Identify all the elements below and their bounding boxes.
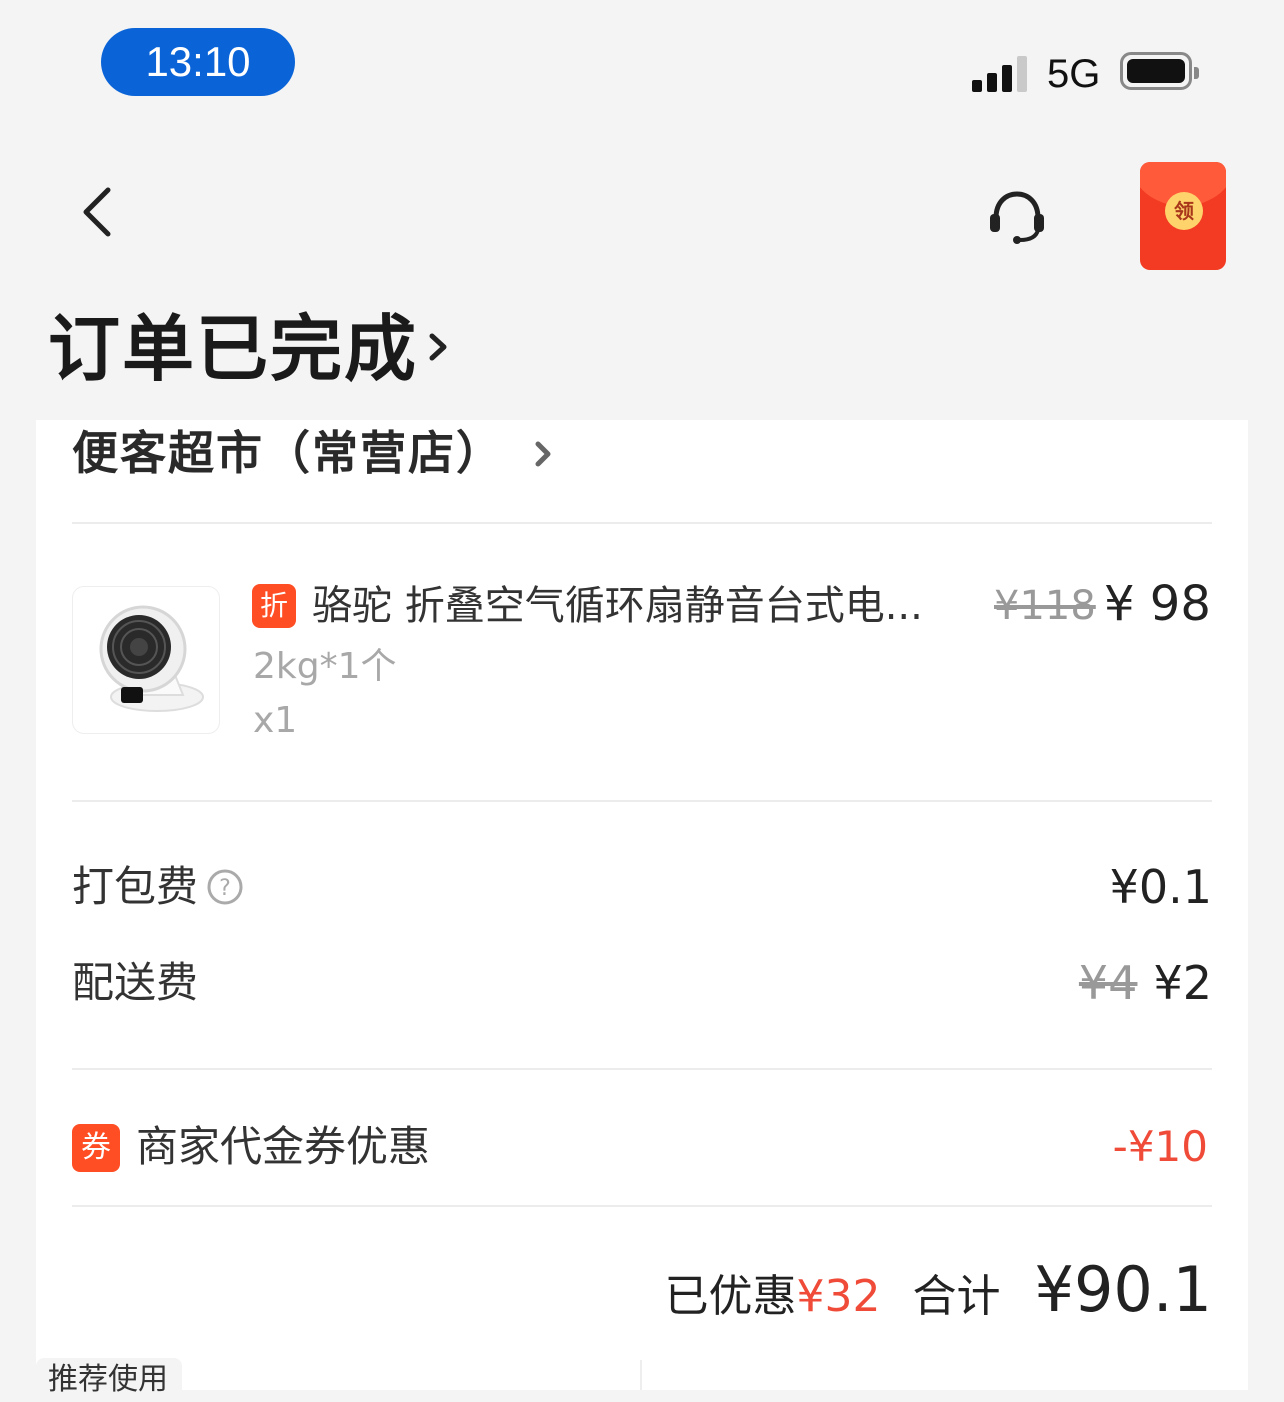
packing-fee-label: 打包费 bbox=[72, 862, 199, 911]
status-time: 13:10 bbox=[101, 28, 295, 96]
discount-badge: 折 bbox=[252, 584, 296, 628]
chevron-right-icon[interactable] bbox=[420, 322, 456, 372]
cellular-signal-icon bbox=[972, 54, 1032, 92]
divider bbox=[640, 1360, 642, 1390]
total-label: 合计 bbox=[912, 1271, 1001, 1322]
product-image[interactable] bbox=[72, 586, 220, 734]
help-icon[interactable]: ? bbox=[206, 868, 244, 906]
divider bbox=[72, 1068, 1212, 1070]
product-name[interactable]: 骆驼 折叠空气循环扇静音台式电... bbox=[312, 580, 972, 632]
red-packet-reward-icon[interactable]: 领 bbox=[1140, 162, 1226, 270]
packing-fee-value: ¥0.1 bbox=[1109, 860, 1212, 914]
divider bbox=[72, 800, 1212, 802]
delivery-fee-label: 配送费 bbox=[72, 958, 199, 1007]
back-icon[interactable] bbox=[70, 180, 130, 244]
product-quantity: x1 bbox=[253, 700, 298, 741]
battery-icon bbox=[1120, 52, 1199, 90]
divider bbox=[72, 522, 1212, 524]
coupon-amount: -¥10 bbox=[1112, 1122, 1208, 1171]
total-value: ¥90.1 bbox=[1034, 1253, 1213, 1326]
order-total-row: 已优惠¥32 合计 ¥90.1 bbox=[665, 1254, 1212, 1333]
store-chevron-icon[interactable] bbox=[528, 434, 558, 474]
delivery-fee-original: ¥4 bbox=[1078, 956, 1138, 1010]
page-title[interactable]: 订单已完成 bbox=[48, 306, 418, 392]
product-original-price: ¥118 bbox=[994, 583, 1096, 629]
delivery-fee: ¥4 ¥2 bbox=[1079, 956, 1212, 1010]
store-name[interactable]: 便客超市（常营店） bbox=[72, 424, 504, 482]
discount-value: ¥32 bbox=[796, 1271, 881, 1322]
product-price: ¥ 98 bbox=[1104, 576, 1211, 632]
divider bbox=[72, 1205, 1212, 1207]
coupon-label: 商家代金券优惠 bbox=[136, 1122, 431, 1171]
coupon-badge: 券 bbox=[72, 1124, 120, 1172]
product-spec: 2kg*1个 bbox=[253, 646, 397, 687]
delivery-fee-value: ¥2 bbox=[1153, 956, 1212, 1010]
discount-label: 已优惠 bbox=[664, 1271, 797, 1322]
red-packet-coin-label: 领 bbox=[1165, 192, 1203, 230]
network-type: 5G bbox=[1047, 52, 1101, 96]
recommend-tab[interactable]: 推荐使用 bbox=[36, 1358, 182, 1398]
fan-product-icon bbox=[99, 605, 204, 712]
customer-service-icon[interactable] bbox=[986, 188, 1048, 244]
svg-text:?: ? bbox=[219, 876, 231, 901]
